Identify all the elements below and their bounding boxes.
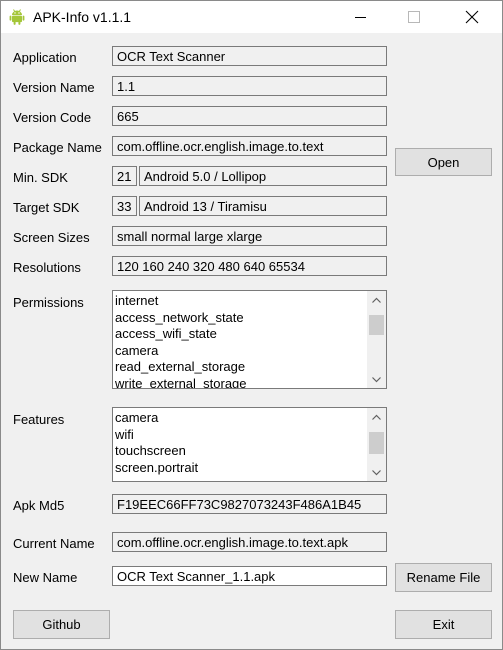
list-item[interactable]: touchscreen bbox=[115, 443, 365, 460]
target-sdk-description[interactable]: Android 13 / Tiramisu bbox=[139, 196, 387, 216]
target-sdk-field[interactable]: 33 bbox=[112, 196, 137, 216]
version-name-label: Version Name bbox=[13, 80, 95, 95]
resolutions-field[interactable]: 120 160 240 320 480 640 65534 bbox=[112, 256, 387, 276]
scroll-down-icon[interactable] bbox=[367, 464, 386, 481]
list-item[interactable]: wifi bbox=[115, 427, 365, 444]
maximize-icon bbox=[408, 11, 420, 23]
title-bar[interactable]: APK-Info v1.1.1 bbox=[1, 1, 502, 33]
version-code-field[interactable]: 665 bbox=[112, 106, 387, 126]
apk-md5-label: Apk Md5 bbox=[13, 498, 65, 513]
scroll-down-icon[interactable] bbox=[367, 371, 386, 388]
close-button[interactable] bbox=[449, 1, 495, 33]
app-window: APK-Info v1.1.1 Application OCR Text Sca… bbox=[0, 0, 503, 650]
apk-md5-field[interactable]: F19EEC66FF73C9827073243F486A1B45 bbox=[112, 494, 387, 514]
resolutions-label: Resolutions bbox=[13, 260, 81, 275]
application-label: Application bbox=[13, 50, 77, 65]
min-sdk-description[interactable]: Android 5.0 / Lollipop bbox=[139, 166, 387, 186]
new-name-input[interactable]: OCR Text Scanner_1.1.apk bbox=[112, 566, 387, 586]
window-title: APK-Info v1.1.1 bbox=[33, 9, 132, 25]
maximize-button[interactable] bbox=[391, 1, 437, 33]
list-item[interactable]: camera bbox=[115, 410, 365, 427]
scroll-thumb[interactable] bbox=[369, 315, 384, 335]
min-sdk-field[interactable]: 21 bbox=[112, 166, 137, 186]
list-item[interactable]: read_external_storage bbox=[115, 359, 365, 376]
current-name-field[interactable]: com.offline.ocr.english.image.to.text.ap… bbox=[112, 532, 387, 552]
list-item[interactable]: access_wifi_state bbox=[115, 326, 365, 343]
target-sdk-label: Target SDK bbox=[13, 200, 80, 215]
list-item[interactable]: camera bbox=[115, 343, 365, 360]
scroll-up-icon[interactable] bbox=[367, 291, 386, 308]
open-button[interactable]: Open bbox=[395, 148, 492, 176]
new-name-label: New Name bbox=[13, 570, 78, 585]
minimize-button[interactable] bbox=[337, 1, 383, 33]
features-scrollbar[interactable] bbox=[367, 408, 386, 481]
list-item[interactable]: write_external_storage bbox=[115, 376, 365, 389]
list-item[interactable]: internet bbox=[115, 293, 365, 310]
min-sdk-label: Min. SDK bbox=[13, 170, 68, 185]
screen-sizes-label: Screen Sizes bbox=[13, 230, 90, 245]
current-name-label: Current Name bbox=[13, 536, 95, 551]
package-name-label: Package Name bbox=[13, 140, 102, 155]
list-item[interactable]: screen.portrait bbox=[115, 460, 365, 477]
features-list[interactable]: camera wifi touchscreen screen.portrait bbox=[112, 407, 387, 482]
list-item[interactable]: access_network_state bbox=[115, 310, 365, 327]
android-icon bbox=[9, 9, 25, 25]
screen-sizes-field[interactable]: small normal large xlarge bbox=[112, 226, 387, 246]
features-label: Features bbox=[13, 412, 65, 427]
permissions-scrollbar[interactable] bbox=[367, 291, 386, 388]
permissions-list[interactable]: internet access_network_state access_wif… bbox=[112, 290, 387, 389]
version-code-label: Version Code bbox=[13, 110, 92, 125]
version-name-field[interactable]: 1.1 bbox=[112, 76, 387, 96]
rename-file-button[interactable]: Rename File bbox=[395, 563, 492, 592]
minimize-icon bbox=[354, 16, 366, 18]
scroll-thumb[interactable] bbox=[369, 432, 384, 454]
application-field[interactable]: OCR Text Scanner bbox=[112, 46, 387, 66]
github-button[interactable]: Github bbox=[13, 610, 110, 639]
scroll-up-icon[interactable] bbox=[367, 408, 386, 425]
permissions-label: Permissions bbox=[13, 295, 84, 310]
exit-button[interactable]: Exit bbox=[395, 610, 492, 639]
close-icon bbox=[465, 10, 479, 24]
package-name-field[interactable]: com.offline.ocr.english.image.to.text bbox=[112, 136, 387, 156]
